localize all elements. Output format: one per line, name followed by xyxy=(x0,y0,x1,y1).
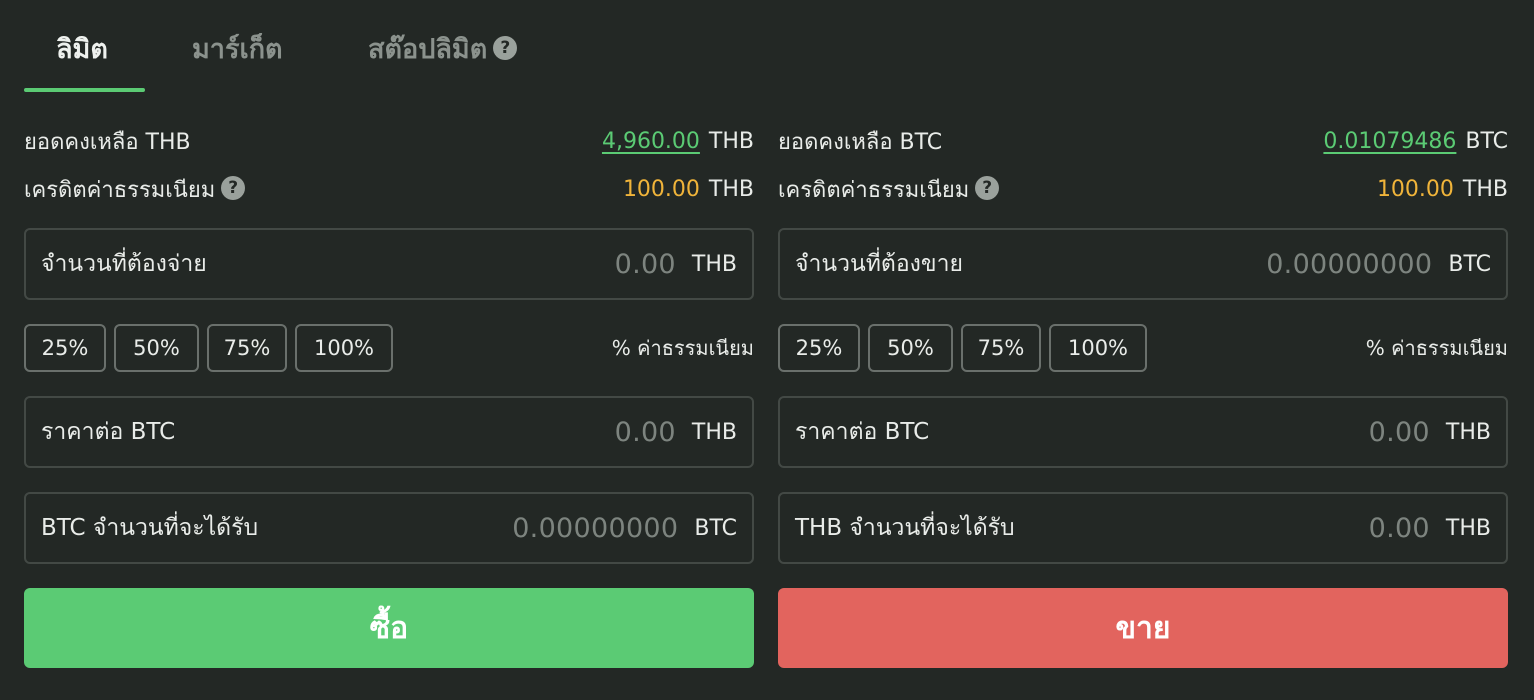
buy-fee-credit-row: เครดิตค่าธรรมเนียม? 100.00 THB xyxy=(24,169,754,209)
sell-price-input[interactable]: ราคาต่อ BTC 0.00 THB xyxy=(778,396,1508,468)
sell-price-unit: THB xyxy=(1445,419,1491,445)
buy-percent-50-button[interactable]: 50% xyxy=(114,324,199,372)
sell-receive-label: THB จำนวนที่จะได้รับ xyxy=(795,515,1015,541)
sell-percent-100-button[interactable]: 100% xyxy=(1049,324,1147,372)
buy-balance-unit: THB xyxy=(708,128,754,154)
sell-amount-input[interactable]: จำนวนที่ต้องขาย 0.00000000 BTC xyxy=(778,228,1508,300)
sell-fee-percent-label: % ค่าธรรมเนียม xyxy=(1365,336,1508,360)
buy-percent-row: 25% 50% 75% 100% % ค่าธรรมเนียม xyxy=(24,324,754,372)
buy-price-unit: THB xyxy=(691,419,737,445)
sell-fee-credit-label: เครดิตค่าธรรมเนียม xyxy=(778,177,970,203)
sell-fee-credit-unit: THB xyxy=(1462,176,1508,202)
buy-button[interactable]: ซื้อ xyxy=(24,588,754,668)
buy-price-input[interactable]: ราคาต่อ BTC 0.00 THB xyxy=(24,396,754,468)
buy-balance-label: ยอดคงเหลือ THB xyxy=(24,129,191,155)
buy-receive-unit: BTC xyxy=(694,515,737,541)
sell-button[interactable]: ขาย xyxy=(778,588,1508,668)
buy-fee-credit-unit: THB xyxy=(708,176,754,202)
buy-amount-input[interactable]: จำนวนที่ต้องจ่าย 0.00 THB xyxy=(24,228,754,300)
sell-balance-value[interactable]: 0.01079486 xyxy=(1323,129,1456,154)
sell-amount-value[interactable]: 0.00000000 xyxy=(1266,249,1432,280)
buy-percent-100-button[interactable]: 100% xyxy=(295,324,393,372)
buy-receive-input[interactable]: BTC จำนวนที่จะได้รับ 0.00000000 BTC xyxy=(24,492,754,564)
buy-percent-25-button[interactable]: 25% xyxy=(24,324,106,372)
sell-receive-input[interactable]: THB จำนวนที่จะได้รับ 0.00 THB xyxy=(778,492,1508,564)
sell-balance-label: ยอดคงเหลือ BTC xyxy=(778,129,943,155)
sell-price-label: ราคาต่อ BTC xyxy=(795,419,930,445)
sell-receive-value[interactable]: 0.00 xyxy=(1369,513,1430,544)
sell-percent-50-button[interactable]: 50% xyxy=(868,324,953,372)
help-icon[interactable]: ? xyxy=(975,175,1000,200)
buy-fee-credit-label: เครดิตค่าธรรมเนียม xyxy=(24,177,216,203)
sell-receive-unit: THB xyxy=(1445,515,1491,541)
sell-amount-label: จำนวนที่ต้องขาย xyxy=(795,251,964,277)
buy-receive-label: BTC จำนวนที่จะได้รับ xyxy=(41,515,259,541)
sell-panel: ยอดคงเหลือ BTC 0.01079486 BTC เครดิตค่าธ… xyxy=(778,0,1508,700)
buy-amount-label: จำนวนที่ต้องจ่าย xyxy=(41,251,207,277)
buy-amount-unit: THB xyxy=(691,251,737,277)
help-icon[interactable]: ? xyxy=(221,175,246,200)
buy-price-label: ราคาต่อ BTC xyxy=(41,419,176,445)
sell-percent-75-button[interactable]: 75% xyxy=(961,324,1041,372)
buy-balance-row: ยอดคงเหลือ THB 4,960.00 THB xyxy=(24,121,754,161)
sell-amount-unit: BTC xyxy=(1448,251,1491,277)
sell-fee-credit-row: เครดิตค่าธรรมเนียม? 100.00 THB xyxy=(778,169,1508,209)
sell-balance-unit: BTC xyxy=(1465,128,1508,154)
buy-percent-75-button[interactable]: 75% xyxy=(207,324,287,372)
buy-panel: ยอดคงเหลือ THB 4,960.00 THB เครดิตค่าธรร… xyxy=(24,0,754,700)
buy-balance-value[interactable]: 4,960.00 xyxy=(602,129,700,154)
buy-fee-percent-label: % ค่าธรรมเนียม xyxy=(611,336,754,360)
buy-receive-value[interactable]: 0.00000000 xyxy=(512,513,678,544)
buy-amount-value[interactable]: 0.00 xyxy=(615,249,676,280)
buy-fee-credit-value: 100.00 xyxy=(622,176,700,202)
sell-percent-row: 25% 50% 75% 100% % ค่าธรรมเนียม xyxy=(778,324,1508,372)
sell-balance-row: ยอดคงเหลือ BTC 0.01079486 BTC xyxy=(778,121,1508,161)
sell-fee-credit-value: 100.00 xyxy=(1376,176,1454,202)
buy-price-value[interactable]: 0.00 xyxy=(615,417,676,448)
sell-percent-25-button[interactable]: 25% xyxy=(778,324,860,372)
sell-price-value[interactable]: 0.00 xyxy=(1369,417,1430,448)
